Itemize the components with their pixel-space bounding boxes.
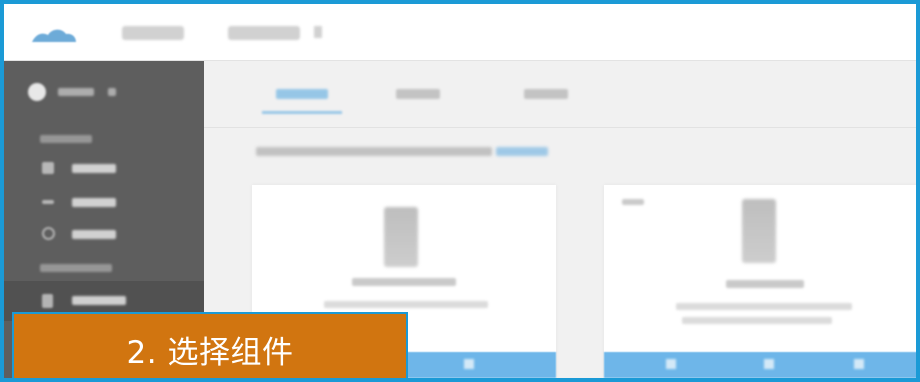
component-card[interactable] [604, 185, 916, 378]
component-card-title [726, 280, 804, 288]
step-callout-text: 2. 选择组件 [126, 334, 294, 371]
component-card-description [676, 303, 852, 310]
link-icon [42, 200, 54, 204]
component-thumbnail-icon [742, 199, 776, 263]
component-card-title [352, 278, 456, 286]
plus-icon [666, 359, 676, 369]
grid-icon [42, 162, 54, 174]
top-nav-link[interactable] [122, 26, 184, 40]
component-card-tag [622, 199, 644, 205]
chevron-down-icon[interactable] [314, 26, 322, 38]
tab[interactable] [524, 89, 568, 99]
sidebar-item-label [72, 198, 116, 207]
sidebar-item-label [72, 164, 116, 173]
tab-active[interactable] [276, 89, 328, 99]
settings-icon [42, 227, 55, 240]
plus-icon [464, 359, 474, 369]
instruction-text [256, 147, 492, 156]
plus-icon [764, 359, 774, 369]
sidebar-section-title [40, 135, 92, 143]
plus-icon [854, 359, 864, 369]
tab-bar [204, 61, 916, 128]
component-card-description [682, 317, 832, 324]
component-thumbnail-icon [384, 207, 418, 267]
sidebar-section-title [40, 264, 112, 272]
chevron-down-icon [108, 88, 116, 96]
sidebar-item-label [72, 296, 126, 305]
select-component-button[interactable] [604, 352, 916, 378]
top-bar [4, 4, 916, 61]
user-avatar-icon [28, 83, 46, 101]
app-window: 2. 选择组件 [0, 0, 920, 382]
component-card-description [324, 301, 488, 308]
top-nav-product-menu[interactable] [228, 26, 300, 40]
sidebar-header-label [58, 88, 94, 96]
active-tab-indicator [262, 111, 342, 114]
help-link[interactable] [496, 147, 548, 156]
document-icon [42, 294, 53, 308]
sidebar-item-label [72, 230, 116, 239]
step-callout-label: 2. 选择组件 [12, 312, 408, 378]
cloud-logo-icon[interactable] [30, 26, 78, 44]
tab[interactable] [396, 89, 440, 99]
